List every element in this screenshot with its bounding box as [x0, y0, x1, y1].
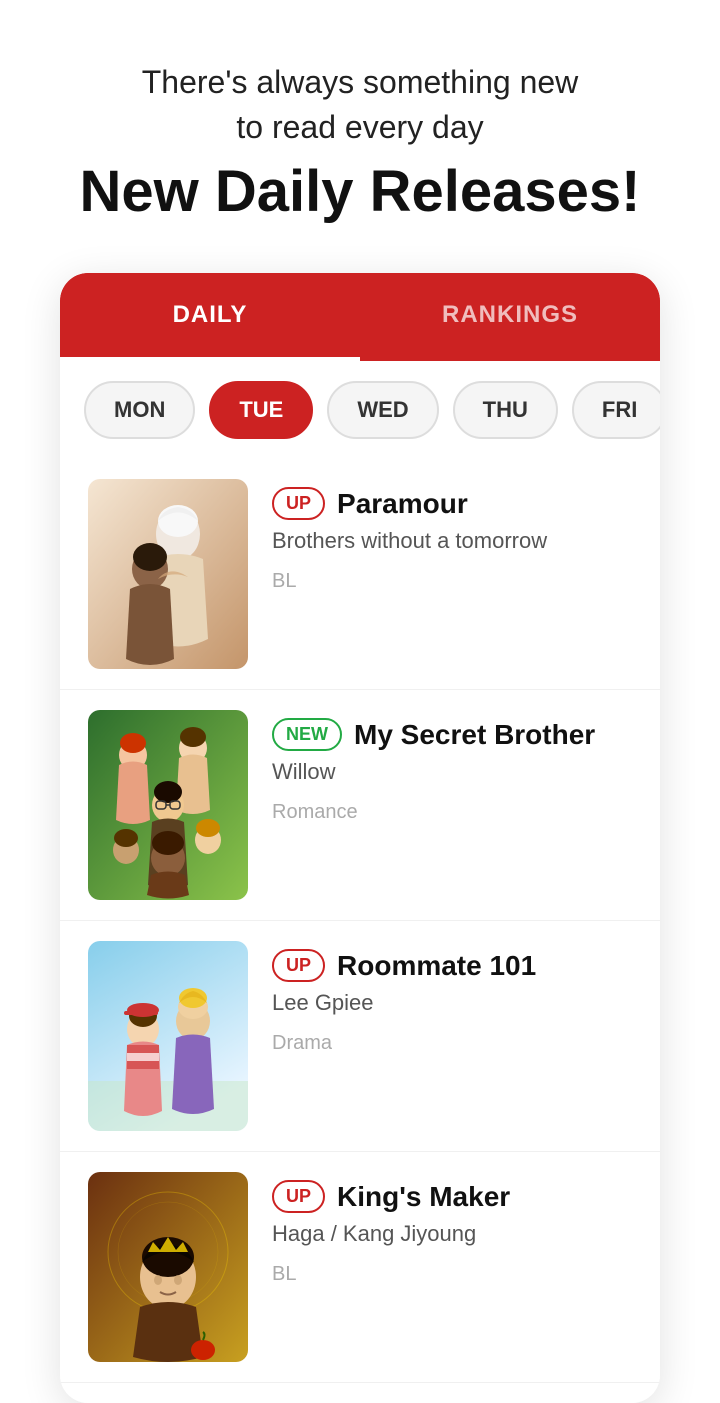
comic-item-paramour[interactable]: UP Paramour Brothers without a tomorrow …: [60, 459, 660, 690]
day-mon[interactable]: MON: [84, 381, 195, 439]
comic-cover-paramour: [88, 479, 248, 669]
comics-list: UP Paramour Brothers without a tomorrow …: [60, 459, 660, 1403]
tabs-bar: DAILY RANKINGS: [60, 273, 660, 361]
badge-new-my-secret-brother: NEW: [272, 718, 342, 751]
badge-up-paramour: UP: [272, 487, 325, 520]
comic-info-my-secret-brother: NEW My Secret Brother Willow Romance: [272, 710, 632, 824]
day-wed[interactable]: WED: [327, 381, 438, 439]
comic-title-paramour: Paramour: [337, 488, 468, 520]
comic-genre-paramour: BL: [272, 570, 632, 593]
comic-cover-kings-maker: [88, 1172, 248, 1362]
comic-title-kings-maker: King's Maker: [337, 1181, 510, 1213]
tab-rankings[interactable]: RANKINGS: [360, 273, 660, 361]
day-fri[interactable]: FRI: [572, 381, 660, 439]
badge-up-kings-maker: UP: [272, 1180, 325, 1213]
comic-title-my-secret-brother: My Secret Brother: [354, 719, 595, 751]
comic-cover-roommate-101: [88, 941, 248, 1131]
tab-daily[interactable]: DAILY: [60, 273, 360, 361]
comic-info-kings-maker: UP King's Maker Haga / Kang Jiyoung BL: [272, 1172, 632, 1286]
title-row-my-secret-brother: NEW My Secret Brother: [272, 718, 632, 751]
days-bar: MON TUE WED THU FRI: [60, 361, 660, 459]
comic-item-my-secret-brother[interactable]: NEW My Secret Brother Willow Romance: [60, 690, 660, 921]
comic-genre-my-secret-brother: Romance: [272, 801, 632, 824]
badge-up-roommate-101: UP: [272, 949, 325, 982]
comic-author-my-secret-brother: Willow: [272, 759, 632, 785]
comic-author-kings-maker: Haga / Kang Jiyoung: [272, 1221, 632, 1247]
header-subtitle: There's always something new to read eve…: [40, 60, 680, 150]
comic-cover-my-secret-brother: [88, 710, 248, 900]
header-section: There's always something new to read eve…: [0, 0, 720, 253]
comic-info-roommate-101: UP Roommate 101 Lee Gpiee Drama: [272, 941, 632, 1055]
comic-item-kings-maker[interactable]: UP King's Maker Haga / Kang Jiyoung BL: [60, 1152, 660, 1383]
comic-info-paramour: UP Paramour Brothers without a tomorrow …: [272, 479, 632, 593]
comic-genre-kings-maker: BL: [272, 1263, 632, 1286]
title-row-paramour: UP Paramour: [272, 487, 632, 520]
header-title: New Daily Releases!: [40, 160, 680, 224]
comic-author-roommate-101: Lee Gpiee: [272, 990, 632, 1016]
comic-item-roommate-101[interactable]: UP Roommate 101 Lee Gpiee Drama: [60, 921, 660, 1152]
comic-author-paramour: Brothers without a tomorrow: [272, 528, 632, 554]
comic-title-roommate-101: Roommate 101: [337, 950, 536, 982]
comic-genre-roommate-101: Drama: [272, 1032, 632, 1055]
title-row-kings-maker: UP King's Maker: [272, 1180, 632, 1213]
card-container: DAILY RANKINGS MON TUE WED THU FRI: [60, 273, 660, 1403]
title-row-roommate-101: UP Roommate 101: [272, 949, 632, 982]
day-tue[interactable]: TUE: [209, 381, 313, 439]
day-thu[interactable]: THU: [453, 381, 558, 439]
